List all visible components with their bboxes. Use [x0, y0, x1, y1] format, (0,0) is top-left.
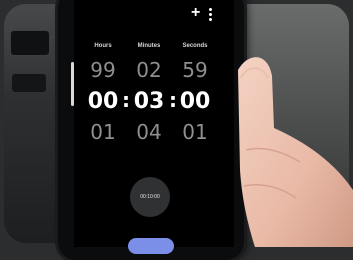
hours-previous[interactable]: 99: [81, 58, 125, 82]
start-button[interactable]: [128, 238, 174, 254]
background-wall: [239, 4, 349, 243]
minutes-value[interactable]: 03: [127, 89, 171, 114]
seconds-next[interactable]: 01: [173, 120, 217, 144]
hours-next[interactable]: 01: [81, 120, 125, 144]
device-port: [10, 30, 50, 56]
preset-timer-button[interactable]: 00:10:00: [130, 177, 170, 217]
seconds-value[interactable]: 00: [173, 89, 217, 114]
minutes-label: Minutes: [137, 43, 161, 49]
more-options-icon[interactable]: [209, 8, 212, 23]
seconds-previous[interactable]: 59: [173, 58, 217, 82]
seconds-label: Seconds: [182, 43, 208, 49]
hours-label: Hours: [94, 43, 112, 49]
add-icon[interactable]: +: [191, 5, 200, 21]
minutes-previous[interactable]: 02: [127, 58, 171, 82]
device-port: [12, 74, 46, 92]
minutes-next[interactable]: 04: [127, 120, 171, 144]
hours-value[interactable]: 00: [81, 89, 125, 114]
edge-panel-handle[interactable]: [71, 62, 74, 106]
